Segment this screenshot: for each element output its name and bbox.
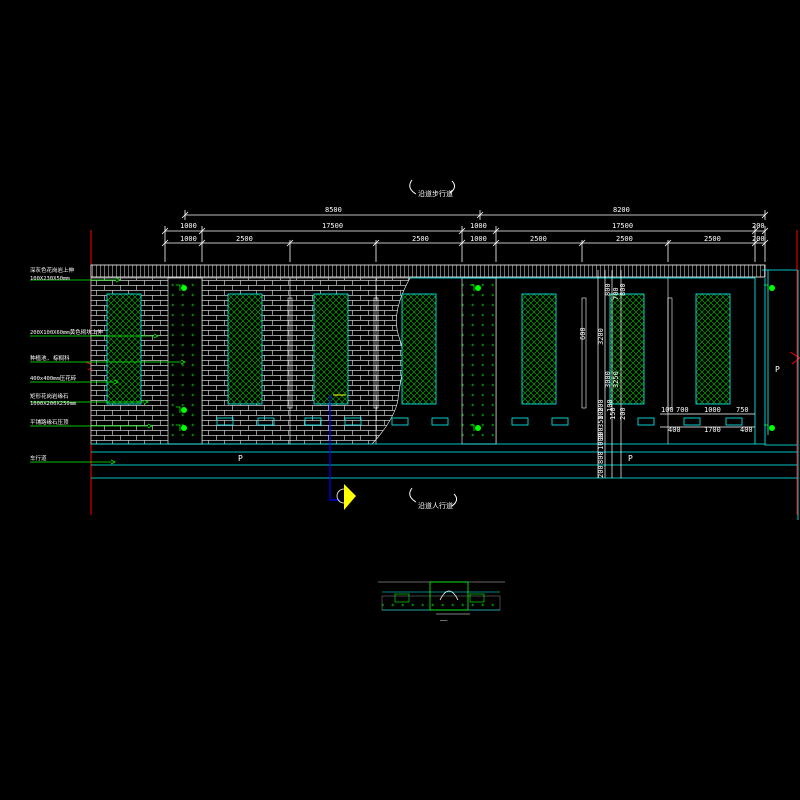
top-walk-note: 沿道步行道 bbox=[409, 179, 456, 198]
lower-dimension-value: 1000 bbox=[704, 406, 721, 414]
vertical-dimension-value: 200 bbox=[597, 427, 605, 440]
hatched-panel bbox=[695, 293, 731, 405]
vertical-dimension-value: 3200 bbox=[597, 328, 605, 345]
light-fixture bbox=[769, 285, 775, 291]
light-fixture bbox=[475, 425, 481, 431]
lower-dimension-value: 100 bbox=[661, 406, 674, 414]
label-tile: 400x400mm压花砖 bbox=[30, 374, 77, 382]
vertical-dimension-value: 200 bbox=[619, 407, 627, 420]
ground-lines bbox=[91, 443, 797, 479]
cad-drawing-canvas: * 沿道步行道 沿道人行道 85008200100017500100017500… bbox=[30, 179, 800, 624]
plinth-box bbox=[431, 417, 449, 426]
label-road: 车行道 bbox=[30, 454, 47, 462]
plinth-box bbox=[725, 417, 743, 426]
dim-row2: 17500 bbox=[322, 222, 343, 230]
light-fixture bbox=[769, 425, 775, 431]
dim-row3: 2500 bbox=[412, 235, 429, 243]
vertical-dimension-value: 100 bbox=[606, 399, 614, 412]
planter-column bbox=[167, 277, 203, 445]
vertical-dimension-value: 800 bbox=[604, 283, 612, 296]
lower-dimension-text: 100 700 1000 750 400 1700 400 bbox=[661, 406, 753, 434]
level-mark-2: P bbox=[628, 454, 633, 463]
section-thumbnail: —— bbox=[378, 581, 505, 624]
plinth-box bbox=[391, 417, 409, 426]
label-curb: 矩形花岗岩缘石 bbox=[30, 392, 69, 400]
label-edge: 平铺路缘石压顶 bbox=[30, 418, 69, 426]
capstone-strip bbox=[90, 264, 766, 278]
hatched-panel bbox=[227, 293, 263, 405]
label-paver: 200X100X60mm黄色砌块上伸 bbox=[30, 328, 103, 336]
dim-row2: 200 bbox=[752, 222, 765, 230]
vertical-dimension-value: 200 bbox=[597, 465, 605, 478]
dim-row3: 200 bbox=[752, 235, 765, 243]
bottom-walk-note: 沿道人行道 bbox=[409, 487, 458, 510]
vertical-dimension-value: 800 bbox=[619, 283, 627, 296]
light-fixture bbox=[475, 285, 481, 291]
plinth-box bbox=[551, 417, 569, 426]
bottom-walk-label: 沿道人行道 bbox=[418, 501, 453, 510]
dimension-text: 8500 8200 1000 17500 1000 17500 200 1000 2500 250… bbox=[180, 206, 765, 243]
plinth-box bbox=[683, 417, 701, 426]
dim-row3: 1000 bbox=[470, 235, 487, 243]
hatched-panel bbox=[401, 293, 437, 405]
dim-row2: 1000 bbox=[470, 222, 487, 230]
leader-arrow bbox=[110, 459, 116, 465]
label-cap: 深灰色花岗岩上伸 bbox=[30, 266, 75, 274]
level-mark-3: P bbox=[775, 365, 780, 374]
hatched-panel bbox=[313, 293, 349, 405]
thumbnail-caption: —— bbox=[440, 617, 448, 624]
dim-row3: 2500 bbox=[616, 235, 633, 243]
vertical-dimension-value: 200 bbox=[597, 399, 605, 412]
light-fixture bbox=[181, 425, 187, 431]
lower-dimension-value: 400 bbox=[668, 426, 681, 434]
dim-row3: 2500 bbox=[530, 235, 547, 243]
lower-dimension-value: 700 bbox=[676, 406, 689, 414]
dim-row2: 17500 bbox=[612, 222, 633, 230]
light-fixture bbox=[181, 285, 187, 291]
dim-row3: 1000 bbox=[180, 235, 197, 243]
dim-row1: 8200 bbox=[613, 206, 630, 214]
label-cap-sub: 100X230X50mm bbox=[30, 276, 70, 282]
lower-dimension-value: 1700 bbox=[704, 426, 721, 434]
label-curb-sub: 1000X200X250mm bbox=[30, 401, 77, 407]
lower-dimension-value: 750 bbox=[736, 406, 749, 414]
vertical-dimension-value: 3000 bbox=[604, 371, 612, 388]
vertical-dimension-value: 800 bbox=[597, 451, 605, 464]
hatched-panel bbox=[106, 293, 142, 405]
dim-row2: 1000 bbox=[180, 222, 197, 230]
level-mark-1: P bbox=[238, 454, 243, 463]
light-fixture bbox=[181, 407, 187, 413]
hatched-panel bbox=[521, 293, 557, 405]
plinth-box bbox=[511, 417, 529, 426]
planter-column bbox=[461, 277, 497, 445]
label-planting: 种植池, 棕榈科 bbox=[30, 354, 70, 362]
dim-row3: 2500 bbox=[704, 235, 721, 243]
vertical-dimension-value: 3250 bbox=[612, 371, 620, 388]
top-walk-label: 沿道步行道 bbox=[418, 189, 453, 198]
dim-row3: 2500 bbox=[236, 235, 253, 243]
post bbox=[667, 297, 673, 409]
post bbox=[581, 297, 587, 409]
dim-row1: 8500 bbox=[325, 206, 342, 214]
dimension-chains bbox=[161, 210, 769, 262]
vertical-dimension-value: 600 bbox=[579, 327, 587, 340]
lower-dimension-value: 400 bbox=[740, 426, 753, 434]
plinth-box bbox=[637, 417, 655, 426]
